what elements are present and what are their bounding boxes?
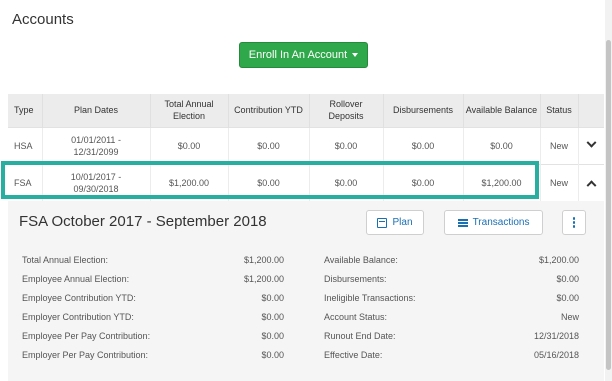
more-vertical-icon bbox=[572, 217, 576, 228]
cell-contribution-ytd: $0.00 bbox=[228, 126, 310, 164]
detail-label: Runout End Date: bbox=[324, 331, 396, 341]
cell-rollover-deposits: $0.00 bbox=[309, 163, 384, 202]
cell-disbursements: $0.00 bbox=[383, 126, 464, 164]
col-header-plan-dates: Plan Dates bbox=[42, 94, 151, 127]
page-title: Accounts bbox=[12, 11, 74, 28]
col-header-rollover-deposits: Rollover Deposits bbox=[309, 94, 384, 127]
col-header-available-balance: Available Balance bbox=[463, 94, 541, 127]
detail-left-column: Total Annual Election: $1,200.00 Employee… bbox=[22, 255, 284, 369]
more-options-button[interactable] bbox=[562, 210, 586, 235]
detail-row: Employer Contribution YTD: $0.00 bbox=[22, 312, 284, 331]
enroll-button-label: Enroll In An Account bbox=[248, 49, 348, 61]
cell-plan-dates: 10/01/2017 -09/30/2018 bbox=[42, 163, 151, 202]
detail-value: 05/16/2018 bbox=[533, 350, 579, 360]
detail-row: Runout End Date: 12/31/2018 bbox=[324, 331, 579, 350]
plan-end: 09/30/2018 bbox=[73, 183, 119, 194]
list-icon bbox=[457, 218, 468, 227]
detail-value: $1,200.00 bbox=[243, 255, 284, 265]
cell-total-annual-election: $0.00 bbox=[150, 126, 229, 164]
detail-label: Effective Date: bbox=[324, 350, 383, 360]
detail-row: Employer Per Pay Contribution: $0.00 bbox=[22, 350, 284, 369]
detail-row: Employee Annual Election: $1,200.00 bbox=[22, 274, 284, 293]
cell-available-balance: $0.00 bbox=[463, 126, 541, 164]
enroll-account-button[interactable]: Enroll In An Account bbox=[239, 42, 368, 68]
chevron-up-icon[interactable] bbox=[586, 179, 597, 190]
cell-type: FSA bbox=[8, 163, 43, 202]
detail-label: Total Annual Election: bbox=[22, 255, 109, 265]
chevron-down-icon[interactable] bbox=[586, 137, 597, 148]
cell-status: New bbox=[540, 126, 579, 164]
col-header-contribution-ytd: Contribution YTD bbox=[228, 94, 310, 127]
cell-available-balance: $1,200.00 bbox=[463, 163, 541, 202]
col-header-type: Type bbox=[8, 94, 43, 127]
cell-rollover-deposits: $0.00 bbox=[309, 126, 384, 164]
detail-value: $0.00 bbox=[556, 274, 579, 284]
scrollbar-thumb[interactable] bbox=[606, 40, 611, 370]
expand-toggle[interactable] bbox=[578, 126, 604, 164]
caret-down-icon bbox=[352, 53, 359, 57]
detail-label: Available Balance: bbox=[324, 255, 398, 265]
detail-value: 12/31/2018 bbox=[533, 331, 579, 341]
col-header-total-annual-election: Total Annual Election bbox=[150, 94, 229, 127]
cell-status: New bbox=[540, 163, 579, 202]
col-header-toggle bbox=[578, 94, 604, 127]
detail-right-column: Available Balance: $1,200.00 Disbursement… bbox=[324, 255, 579, 369]
detail-row: Total Annual Election: $1,200.00 bbox=[22, 255, 284, 274]
calendar-icon bbox=[377, 217, 388, 228]
cell-total-annual-election: $1,200.00 bbox=[150, 163, 229, 202]
collapse-toggle[interactable] bbox=[578, 163, 604, 202]
detail-label: Disbursements: bbox=[324, 274, 387, 284]
detail-value: $0.00 bbox=[261, 293, 284, 303]
table-header-row: Type Plan Dates Total Annual Election Co… bbox=[8, 94, 604, 127]
detail-value: $1,200.00 bbox=[538, 255, 579, 265]
detail-value: New bbox=[560, 312, 579, 322]
scrollbar[interactable] bbox=[605, 0, 612, 381]
cell-type: HSA bbox=[8, 126, 43, 164]
plan-start: 01/01/2011 - bbox=[71, 134, 121, 145]
transactions-button[interactable]: Transactions bbox=[444, 210, 543, 235]
detail-label: Employee Contribution YTD: bbox=[22, 293, 136, 303]
plan-button[interactable]: Plan bbox=[366, 210, 424, 235]
detail-value: $0.00 bbox=[261, 312, 284, 322]
detail-row: Employee Per Pay Contribution: $0.00 bbox=[22, 331, 284, 350]
cell-disbursements: $0.00 bbox=[383, 163, 464, 202]
detail-row: Account Status: New bbox=[324, 312, 579, 331]
detail-label: Employer Contribution YTD: bbox=[22, 312, 134, 322]
detail-label: Account Status: bbox=[324, 312, 388, 322]
detail-row: Disbursements: $0.00 bbox=[324, 274, 579, 293]
plan-start: 10/01/2017 - bbox=[70, 171, 122, 182]
detail-row: Effective Date: 05/16/2018 bbox=[324, 350, 579, 369]
detail-row: Available Balance: $1,200.00 bbox=[324, 255, 579, 274]
cell-plan-dates: 01/01/2011 -12/31/2099 bbox=[42, 126, 151, 164]
detail-value: $0.00 bbox=[261, 331, 284, 341]
detail-label: Employer Per Pay Contribution: bbox=[22, 350, 149, 360]
detail-value: $1,200.00 bbox=[243, 274, 284, 284]
detail-label: Employee Per Pay Contribution: bbox=[22, 331, 151, 341]
table-row-hsa[interactable]: HSA 01/01/2011 -12/31/2099 $0.00 $0.00 $… bbox=[8, 126, 604, 164]
col-header-status: Status bbox=[540, 94, 579, 127]
detail-label: Ineligible Transactions: bbox=[324, 293, 416, 303]
accounts-table: Type Plan Dates Total Annual Election Co… bbox=[8, 94, 604, 202]
detail-value: $0.00 bbox=[261, 350, 284, 360]
detail-label: Employee Annual Election: bbox=[22, 274, 130, 284]
table-row-fsa[interactable]: FSA 10/01/2017 -09/30/2018 $1,200.00 $0.… bbox=[8, 163, 604, 202]
cell-contribution-ytd: $0.00 bbox=[228, 163, 310, 202]
detail-title: FSA October 2017 - September 2018 bbox=[19, 213, 267, 230]
detail-row: Employee Contribution YTD: $0.00 bbox=[22, 293, 284, 312]
plan-end: 12/31/2099 bbox=[73, 146, 119, 157]
detail-row: Ineligible Transactions: $0.00 bbox=[324, 293, 579, 312]
transactions-button-label: Transactions bbox=[472, 217, 530, 228]
col-header-disbursements: Disbursements bbox=[383, 94, 464, 127]
detail-value: $0.00 bbox=[556, 293, 579, 303]
plan-button-label: Plan bbox=[392, 217, 413, 228]
